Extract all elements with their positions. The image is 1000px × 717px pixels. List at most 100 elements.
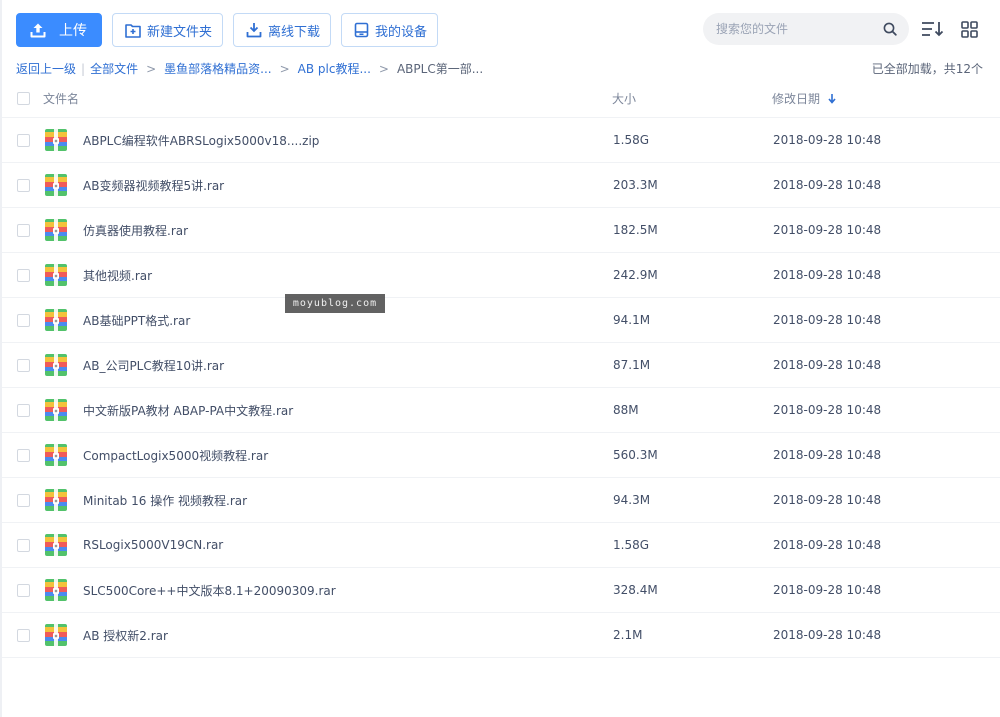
file-size: 560.3M (613, 448, 658, 462)
archive-file-icon (45, 579, 67, 601)
row-check-cell (2, 178, 43, 192)
search-input[interactable] (716, 22, 883, 36)
row-checkbox[interactable] (17, 538, 30, 552)
row-check-cell (2, 403, 43, 417)
file-modified-date: 2018-09-28 10:48 (773, 268, 882, 282)
row-checkbox[interactable] (17, 223, 30, 237)
file-size: 328.4M (613, 583, 658, 597)
row-check-cell (2, 628, 43, 642)
upload-label: 上传 (59, 23, 87, 39)
offline-download-label: 离线下载 (268, 24, 321, 40)
file-modified-date: 2018-09-28 10:48 (773, 538, 882, 552)
file-list-header: 文件名 大小 修改日期 (2, 80, 1000, 118)
column-header-name[interactable]: 文件名 (43, 90, 612, 107)
column-header-date-label: 修改日期 (772, 92, 821, 106)
breadcrumb-back-link[interactable]: 返回上一级 (16, 60, 76, 77)
file-name-link[interactable]: Minitab 16 操作 视频教程.rar (83, 492, 613, 509)
row-checkbox[interactable] (17, 628, 30, 642)
file-modified-date: 2018-09-28 10:48 (773, 448, 882, 462)
toolbar: 上传 新建文件夹 离线下载 我的设备 (16, 13, 439, 47)
sort-descending-icon (828, 94, 836, 104)
archive-file-icon (45, 354, 67, 376)
grid-view-button[interactable] (957, 18, 981, 40)
upload-icon (30, 23, 46, 38)
breadcrumb-current: ABPLC第一部... (396, 62, 484, 76)
file-modified-date: 2018-09-28 10:48 (773, 583, 882, 597)
file-name-link[interactable]: AB基础PPT格式.rar (83, 312, 613, 329)
archive-file-icon (45, 534, 67, 556)
grid-view-icon (960, 20, 978, 38)
file-modified-date: 2018-09-28 10:48 (773, 313, 882, 327)
load-status: 已全部加载，共12个 (871, 62, 983, 76)
row-checkbox[interactable] (17, 358, 30, 372)
header-check-cell (2, 92, 43, 105)
search-icon[interactable] (883, 22, 897, 36)
row-checkbox[interactable] (17, 403, 30, 417)
file-size: 94.1M (613, 313, 651, 327)
file-size: 88M (613, 403, 639, 417)
file-name-link[interactable]: AB 授权新2.rar (83, 627, 613, 644)
archive-file-icon (45, 309, 67, 331)
file-size: 203.3M (613, 178, 658, 192)
row-check-cell (2, 538, 43, 552)
sort-button[interactable] (921, 18, 945, 40)
file-row[interactable]: AB 授权新2.rar 2.1M 2018-09-28 10:48 (2, 613, 1000, 658)
search-box (703, 13, 909, 45)
archive-file-icon (45, 399, 67, 421)
file-row[interactable]: 中文新版PA教材 ABAP-PA中文教程.rar 88M 2018-09-28 10… (2, 388, 1000, 433)
breadcrumb-chevron: > (378, 61, 389, 76)
breadcrumb-level2-link[interactable]: AB plc教程... (298, 60, 371, 77)
file-row[interactable]: ABPLC编程软件ABRSLogix5000v18....zip 1.58G 201… (2, 118, 1000, 163)
column-header-date[interactable]: 修改日期 (772, 90, 972, 107)
file-name-link[interactable]: CompactLogix5000视频教程.rar (83, 447, 613, 464)
file-name-link[interactable]: RSLogix5000V19CN.rar (83, 538, 613, 552)
archive-file-icon (45, 264, 67, 286)
row-checkbox[interactable] (17, 268, 30, 282)
file-modified-date: 2018-09-28 10:48 (773, 223, 882, 237)
row-checkbox[interactable] (17, 313, 30, 327)
file-name-link[interactable]: AB_公司PLC教程10讲.rar (83, 357, 613, 374)
file-row[interactable]: Minitab 16 操作 视频教程.rar 94.3M 2018-09-28 10… (2, 478, 1000, 523)
file-name-link[interactable]: 其他视频.rar (83, 267, 613, 284)
my-devices-button[interactable]: 我的设备 (341, 13, 439, 47)
file-modified-date: 2018-09-28 10:48 (773, 358, 882, 372)
file-row[interactable]: 其他视频.rar 242.9M 2018-09-28 10:48 (2, 253, 1000, 298)
file-name-link[interactable]: ABPLC编程软件ABRSLogix5000v18....zip (83, 132, 613, 149)
select-all-checkbox[interactable] (17, 92, 30, 105)
file-row[interactable]: RSLogix5000V19CN.rar 1.58G 2018-09-28 10:4… (2, 523, 1000, 568)
file-size: 94.3M (613, 493, 651, 507)
file-name-link[interactable]: SLC500Core++中文版本8.1+20090309.rar (83, 582, 613, 599)
breadcrumb-level1-link[interactable]: 墨鱼部落格精品资... (164, 60, 271, 77)
breadcrumb-all-files-link[interactable]: 全部文件 (90, 60, 138, 77)
file-row[interactable]: CompactLogix5000视频教程.rar 560.3M 2018-09-28… (2, 433, 1000, 478)
file-name-link[interactable]: 仿真器使用教程.rar (83, 222, 613, 239)
file-modified-date: 2018-09-28 10:48 (773, 133, 882, 147)
file-row[interactable]: SLC500Core++中文版本8.1+20090309.rar 328.4M 20… (2, 568, 1000, 613)
file-size: 1.58G (613, 133, 650, 147)
breadcrumb-chevron: > (279, 61, 290, 76)
new-folder-icon (125, 23, 141, 38)
row-check-cell (2, 313, 43, 327)
breadcrumb: 返回上一级 | 全部文件 > 墨鱼部落格精品资... > AB plc教程...… (16, 60, 483, 77)
file-name-link[interactable]: AB变频器视频教程5讲.rar (83, 177, 613, 194)
watermark: moyublog.com (285, 294, 385, 313)
row-checkbox[interactable] (17, 448, 30, 462)
file-row[interactable]: 仿真器使用教程.rar 182.5M 2018-09-28 10:48 (2, 208, 1000, 253)
file-row[interactable]: AB_公司PLC教程10讲.rar 87.1M 2018-09-28 10:48 (2, 343, 1000, 388)
column-header-size[interactable]: 大小 (612, 90, 772, 107)
row-checkbox[interactable] (17, 178, 30, 192)
offline-download-button[interactable]: 离线下载 (233, 13, 332, 47)
device-icon (354, 22, 369, 38)
upload-button[interactable]: 上传 (16, 13, 102, 47)
archive-file-icon (45, 174, 67, 196)
file-row[interactable]: AB基础PPT格式.rar 94.1M 2018-09-28 10:48 (2, 298, 1000, 343)
new-folder-button[interactable]: 新建文件夹 (112, 13, 224, 47)
row-checkbox[interactable] (17, 133, 30, 147)
row-checkbox[interactable] (17, 493, 30, 507)
file-row[interactable]: AB变频器视频教程5讲.rar 203.3M 2018-09-28 10:48 (2, 163, 1000, 208)
row-check-cell (2, 493, 43, 507)
file-modified-date: 2018-09-28 10:48 (773, 628, 882, 642)
row-checkbox[interactable] (17, 583, 30, 597)
file-modified-date: 2018-09-28 10:48 (773, 493, 882, 507)
file-name-link[interactable]: 中文新版PA教材 ABAP-PA中文教程.rar (83, 402, 613, 419)
